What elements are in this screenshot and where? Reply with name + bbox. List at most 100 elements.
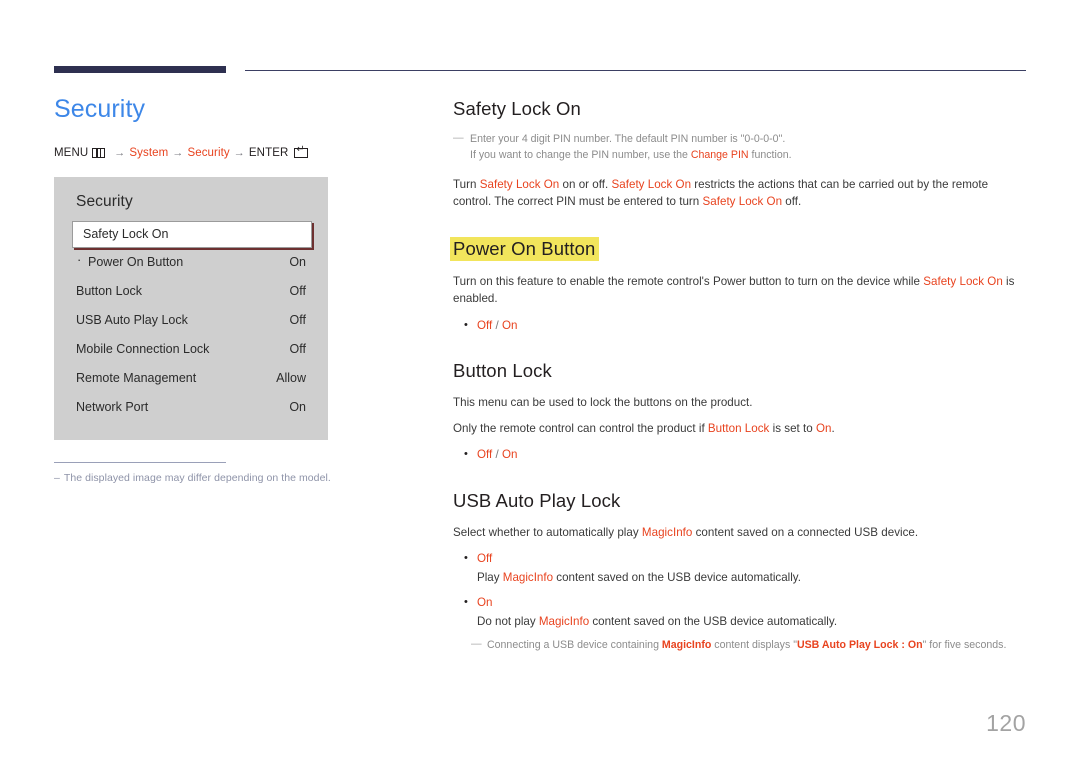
option-on-description: Do not play MagicInfo content saved on t…	[477, 613, 1026, 631]
option-off: Off	[477, 448, 493, 462]
breadcrumb-menu-label: MENU	[54, 146, 89, 159]
section-power-on-button: Power On Button Turn on this feature to …	[450, 236, 1026, 335]
menu-grid-icon	[92, 147, 106, 158]
section-usb-auto-play-lock: USB Auto Play Lock Select whether to aut…	[453, 490, 1026, 654]
osd-item-label: Power On Button	[76, 252, 183, 269]
option-off-description: Play MagicInfo content saved on the USB …	[477, 569, 1026, 587]
para-accent-on: On	[816, 421, 832, 435]
paragraph-usb-auto-play-lock-intro: Select whether to automatically play Mag…	[453, 525, 1026, 542]
note-accent-usb-auto-play-lock-on: USB Auto Play Lock : On	[796, 639, 923, 652]
page-title: Security	[54, 95, 146, 123]
paragraph-safety-lock-on: Turn Safety Lock On on or off. Safety Lo…	[453, 177, 1026, 211]
breadcrumb-step-security: Security	[187, 146, 230, 159]
note-line-1: Enter your 4 digit PIN number. The defau…	[470, 133, 786, 146]
osd-item-button-lock[interactable]: Button Lock Off	[54, 277, 328, 306]
list-item: • Off / On	[453, 317, 1026, 335]
header-rules	[0, 0, 1080, 80]
options-usb-auto-play-lock: • Off Play MagicInfo content saved on th…	[453, 550, 1026, 631]
note-pin-default: — Enter your 4 digit PIN number. The def…	[453, 132, 1026, 164]
desc-text-b: content saved on the USB device automati…	[553, 571, 801, 585]
list-item: • Off Play MagicInfo content saved on th…	[453, 550, 1026, 587]
breadcrumb-arrow-2: →	[172, 146, 184, 159]
footnote-block: – The displayed image may differ dependin…	[54, 461, 331, 484]
osd-panel-title: Security	[76, 192, 133, 210]
options-button-lock: • Off / On	[453, 446, 1026, 464]
intro-text-a: Select whether to automatically play	[453, 525, 642, 539]
note-line-2: If you want to change the PIN number, us…	[470, 148, 1026, 164]
section-safety-lock-on: Safety Lock On — Enter your 4 digit PIN …	[453, 98, 1026, 211]
intro-text-b: content saved on a connected USB device.	[692, 525, 919, 539]
option-off: Off	[477, 318, 493, 332]
breadcrumb-step-system: System	[129, 146, 169, 159]
osd-item-value: Off	[289, 313, 306, 327]
option-separator: /	[492, 318, 502, 332]
para-accent-safety-lock-on-1: Safety Lock On	[479, 178, 560, 192]
paragraph-button-lock-1: This menu can be used to lock the button…	[453, 395, 753, 409]
section-heading-usb-auto-play-lock: USB Auto Play Lock	[453, 490, 621, 512]
note-dash: —	[471, 638, 482, 651]
osd-item-value: On	[289, 255, 306, 269]
note-link-change-pin: Change PIN	[690, 149, 749, 162]
desc-accent-magicinfo: MagicInfo	[538, 615, 590, 629]
para-text-c: .	[831, 421, 835, 435]
enter-key-icon	[294, 145, 309, 158]
breadcrumb-enter-label: ENTER	[248, 146, 289, 159]
footnote-dash: –	[54, 471, 60, 484]
para-text-b: on or off.	[559, 178, 612, 192]
header-rule-thin	[245, 70, 1026, 71]
osd-menu-panel: Security Safety Lock On Power On Button …	[54, 176, 328, 440]
option-on: On	[501, 448, 518, 462]
desc-text-a: Play	[477, 571, 503, 585]
note-text-b: content displays "	[711, 639, 797, 652]
desc-text-a: Do not play	[477, 615, 539, 629]
desc-accent-magicinfo: MagicInfo	[502, 571, 554, 585]
para-text-a: Only the remote control can control the …	[453, 421, 708, 435]
footnote-divider	[54, 461, 226, 463]
osd-item-label: Mobile Connection Lock	[76, 342, 210, 356]
note-dash: —	[453, 132, 464, 145]
bullet-dot-icon: •	[464, 448, 468, 461]
osd-item-network-port[interactable]: Network Port On	[54, 393, 328, 422]
osd-item-mobile-connection-lock[interactable]: Mobile Connection Lock Off	[54, 335, 328, 364]
para-text-d: off.	[782, 194, 802, 208]
osd-item-label: Network Port	[76, 400, 149, 414]
option-on: On	[501, 318, 518, 332]
osd-item-value: Allow	[276, 371, 306, 385]
breadcrumb-arrow-3: →	[233, 146, 245, 159]
option-on: On	[477, 596, 493, 610]
intro-accent-magicinfo: MagicInfo	[641, 525, 693, 539]
para-accent-safety-lock-on-2: Safety Lock On	[611, 178, 692, 192]
osd-item-power-on-button[interactable]: Power On Button On	[54, 248, 328, 277]
paragraph-power-on-button: Turn on this feature to enable the remot…	[453, 274, 1026, 308]
para-accent-button-lock: Button Lock	[707, 421, 770, 435]
osd-item-safety-lock-on[interactable]: Safety Lock On	[72, 220, 312, 248]
para-accent-safety-lock-on: Safety Lock On	[923, 274, 1003, 288]
osd-item-value: Off	[289, 284, 306, 298]
note-usb-connect: — Connecting a USB device containing Magi…	[453, 638, 1026, 654]
section-button-lock: Button Lock This menu can be used to loc…	[453, 360, 1026, 464]
option-separator: /	[492, 448, 502, 462]
osd-item-label: Remote Management	[76, 371, 197, 385]
footnote-text: – The displayed image may differ dependin…	[54, 471, 331, 484]
para-text-a: Turn	[453, 178, 480, 192]
osd-item-label: USB Auto Play Lock	[76, 313, 188, 327]
paragraph-button-lock-2: Only the remote control can control the …	[453, 421, 1026, 438]
osd-item-usb-auto-play-lock[interactable]: USB Auto Play Lock Off	[54, 306, 328, 335]
section-heading-safety-lock-on: Safety Lock On	[453, 98, 581, 119]
note-accent-magicinfo: MagicInfo	[661, 639, 712, 652]
note-text-c: " for five seconds.	[922, 639, 1007, 652]
bullet-dot-icon: •	[464, 596, 468, 609]
osd-item-label: Button Lock	[76, 284, 143, 298]
osd-item-value: Off	[289, 342, 306, 356]
note-text-a: Connecting a USB device containing	[487, 639, 662, 652]
list-item: • On Do not play MagicInfo content saved…	[453, 594, 1026, 631]
osd-selected-row-wrap: Safety Lock On	[54, 220, 328, 248]
osd-item-value: On	[289, 400, 306, 414]
para-text-a: Turn on this feature to enable the remot…	[453, 274, 924, 288]
note-line-2-b: function.	[748, 149, 792, 162]
right-column: Safety Lock On — Enter your 4 digit PIN …	[450, 98, 1026, 680]
osd-item-remote-management[interactable]: Remote Management Allow	[54, 364, 328, 393]
section-heading-button-lock: Button Lock	[453, 360, 552, 382]
breadcrumb: MENU → System → Security → ENTER	[54, 145, 414, 159]
bullet-dot-icon: •	[464, 552, 468, 565]
